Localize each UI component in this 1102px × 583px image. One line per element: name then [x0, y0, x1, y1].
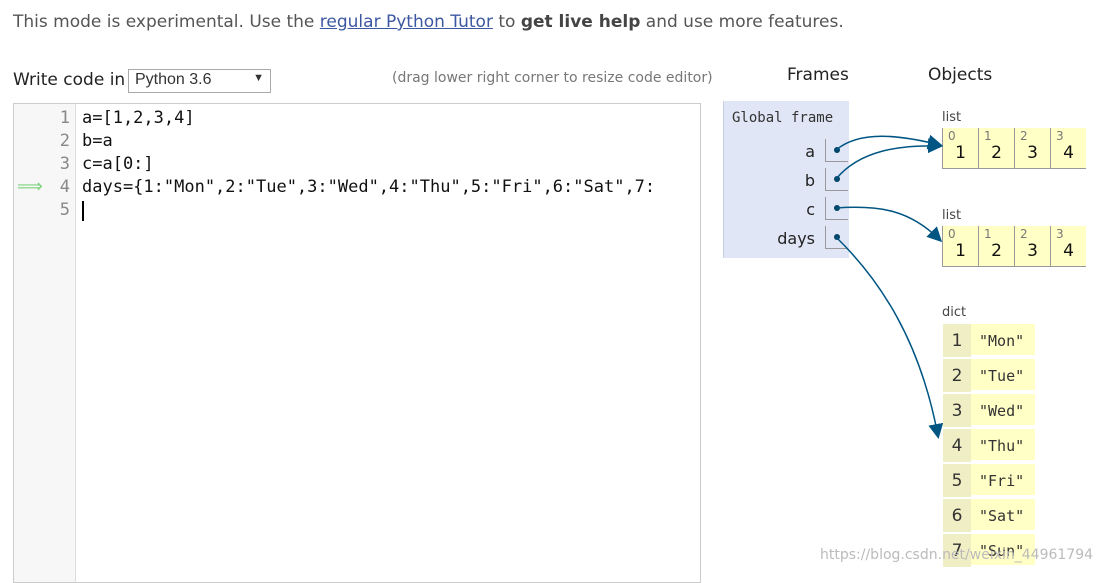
pointer-arrow-a — [835, 134, 943, 151]
pointer-arrow-c — [835, 206, 943, 243]
pointer-arrows — [835, 134, 944, 439]
pointer-arrow-days — [835, 236, 944, 439]
watermark: https://blog.csdn.net/weixin_44961794 — [820, 547, 1094, 563]
pointer-arrow-b — [835, 138, 943, 180]
